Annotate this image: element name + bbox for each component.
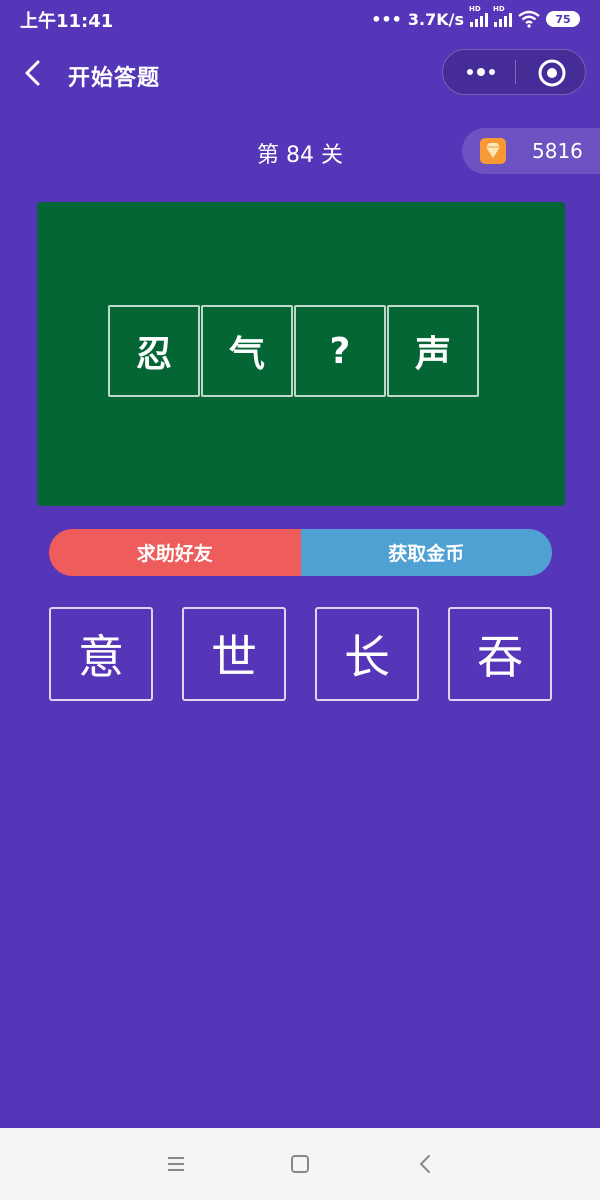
- get-coins-button[interactable]: 获取金币: [300, 529, 552, 576]
- close-target-icon[interactable]: [537, 58, 567, 88]
- option-4[interactable]: 吞: [448, 607, 552, 701]
- puzzle-tile-4: 声: [387, 305, 479, 397]
- back-icon[interactable]: [20, 58, 48, 88]
- status-bar: 上午11:41 ••• 3.7K/s HD HD 75: [0, 0, 600, 38]
- battery-icon: 75: [546, 11, 580, 27]
- network-speed: 3.7K/s: [407, 9, 464, 29]
- signal-hd-badge-2: HD: [493, 5, 505, 13]
- signal-hd-badge: HD: [469, 5, 481, 13]
- action-buttons: 求助好友 获取金币: [49, 529, 552, 576]
- page-title: 开始答题: [68, 66, 161, 91]
- more-icon[interactable]: [461, 60, 501, 84]
- signal-icon-2: HD: [493, 5, 512, 27]
- puzzle-tile-2: 气: [201, 305, 293, 397]
- status-time: 上午11:41: [20, 11, 114, 32]
- mini-program-capsule: [442, 49, 586, 95]
- option-3[interactable]: 长: [315, 607, 419, 701]
- menu-icon[interactable]: [164, 1152, 188, 1176]
- capsule-divider: [515, 60, 516, 84]
- option-1[interactable]: 意: [49, 607, 153, 701]
- coins-badge: 5816: [462, 128, 600, 174]
- wifi-icon: [518, 10, 540, 28]
- system-nav-bar: [0, 1128, 600, 1200]
- puzzle-tile-blank[interactable]: ?: [294, 305, 386, 397]
- home-icon[interactable]: [288, 1152, 312, 1176]
- puzzle-tiles: 忍 气 ? 声: [108, 305, 479, 397]
- dots-indicator: •••: [371, 9, 402, 29]
- gem-icon: [480, 138, 506, 164]
- puzzle-board: 忍 气 ? 声: [37, 202, 565, 506]
- signal-icon: HD: [469, 5, 488, 27]
- answer-options: 意 世 长 吞: [49, 607, 552, 701]
- ask-friend-button[interactable]: 求助好友: [49, 529, 301, 576]
- puzzle-tile-1: 忍: [108, 305, 200, 397]
- status-icons: ••• 3.7K/s HD HD 75: [371, 5, 580, 32]
- option-2[interactable]: 世: [182, 607, 286, 701]
- coins-value: 5816: [532, 139, 583, 163]
- back-nav-icon[interactable]: [414, 1152, 438, 1176]
